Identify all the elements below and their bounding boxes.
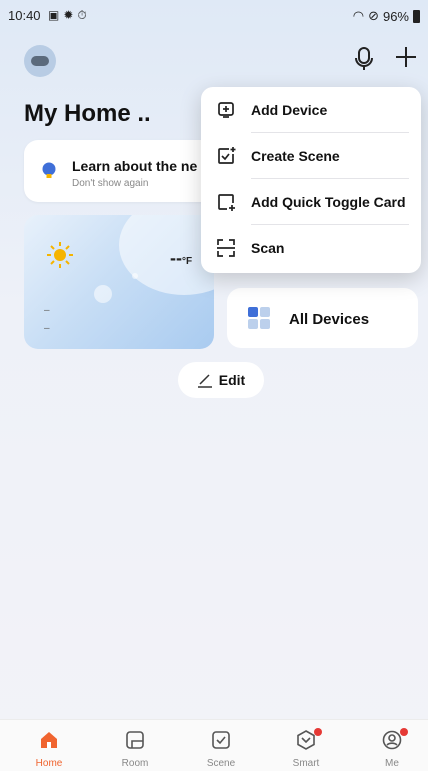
menu-item-add-device[interactable]: Add Device [201, 87, 421, 133]
tab-smart[interactable]: Smart [271, 720, 341, 771]
tab-label: Smart [292, 758, 320, 769]
tab-label: Room [121, 758, 149, 769]
add-menu: Add Device Create Scene Add Quick Toggle… [201, 87, 421, 273]
pencil-icon [197, 374, 212, 388]
add-device-icon [218, 102, 234, 118]
microphone-icon[interactable] [353, 46, 375, 72]
menu-label: Scan [251, 240, 285, 256]
menu-label: Add Quick Toggle Card [251, 194, 406, 210]
user-icon [382, 730, 402, 750]
timer-icon: ⏱ [77, 8, 91, 22]
tab-me[interactable]: Me [357, 720, 427, 771]
all-devices-card[interactable]: All Devices [227, 288, 418, 348]
edit-label: Edit [218, 372, 246, 388]
temperature-value: -- [170, 248, 182, 268]
all-devices-label: All Devices [289, 311, 370, 328]
plus-icon[interactable] [395, 46, 417, 68]
battery-percent: 96% [382, 8, 409, 24]
menu-item-create-scene[interactable]: Create Scene [201, 133, 421, 179]
tab-label: Me [385, 758, 399, 769]
weather-line-2: – [44, 323, 50, 334]
status-right: ◠ ⊘ 96% [353, 8, 420, 24]
room-icon [126, 731, 144, 749]
tab-room[interactable]: Room [100, 720, 170, 771]
temperature-unit: °F [182, 256, 193, 267]
wifi-icon: ◠ [352, 8, 365, 23]
scan-icon [217, 239, 235, 257]
lightbulb-icon [42, 162, 56, 178]
dont-show-again-link[interactable]: Don't show again [72, 178, 148, 189]
menu-label: Add Device [251, 102, 328, 118]
dnd-icon: ⊘ [368, 8, 379, 23]
device-grid-icon [248, 307, 270, 329]
tab-home[interactable]: Home [14, 720, 84, 771]
battery-icon [413, 9, 420, 23]
status-left-icons: ▣✹⏱ [48, 8, 91, 23]
tab-label: Home [35, 758, 63, 769]
smart-icon [297, 730, 315, 750]
menu-label: Create Scene [251, 148, 340, 164]
menu-item-scan[interactable]: Scan [201, 225, 421, 271]
add-card-icon [218, 194, 235, 211]
scene-icon [212, 731, 230, 749]
bottom-tab-bar: Home Room Scene Smart Me [0, 719, 428, 771]
status-bar: 10:40 ▣✹⏱ ◠ ⊘ 96% [0, 0, 428, 30]
robot-avatar-icon[interactable] [24, 45, 56, 77]
temperature: --°F [170, 248, 192, 269]
home-icon [41, 732, 57, 748]
gear-icon: ✹ [63, 8, 78, 22]
home-title[interactable]: My Home .. [24, 100, 151, 128]
edit-button[interactable]: Edit [178, 362, 264, 398]
weather-card[interactable]: --°F – – [24, 215, 214, 349]
me-badge [400, 728, 408, 736]
image-icon: ▣ [48, 8, 64, 22]
learn-card[interactable]: Learn about the ne Don't show again [24, 140, 224, 202]
tab-label: Scene [206, 758, 236, 769]
create-scene-icon [218, 147, 236, 164]
tab-scene[interactable]: Scene [186, 720, 256, 771]
menu-item-add-quick-toggle-card[interactable]: Add Quick Toggle Card [201, 179, 421, 225]
sun-icon [47, 242, 73, 268]
status-time: 10:40 [8, 8, 41, 23]
weather-line-1: – [44, 305, 50, 316]
smart-badge [314, 728, 322, 736]
